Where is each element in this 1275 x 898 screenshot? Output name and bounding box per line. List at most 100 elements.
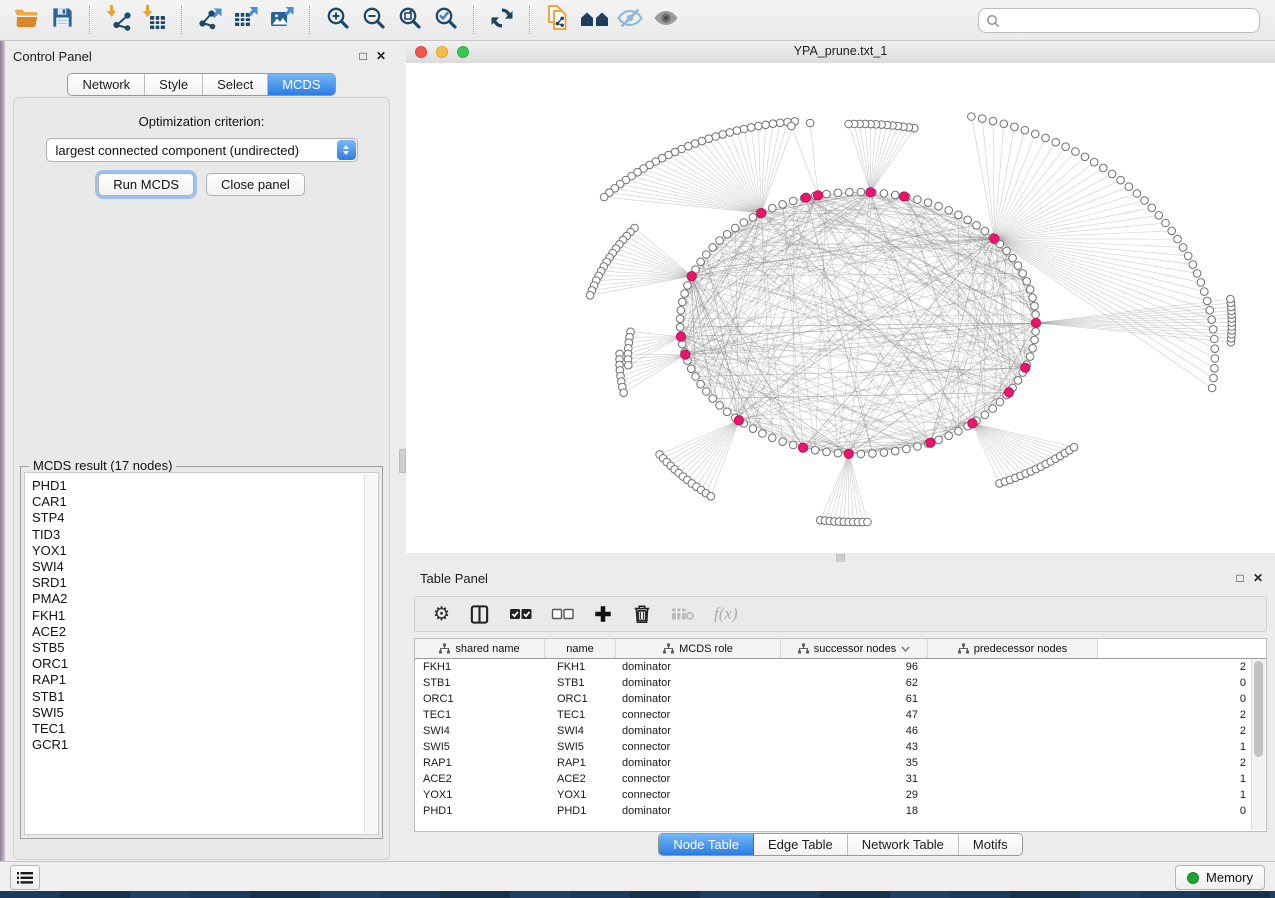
save-session-button[interactable] xyxy=(44,4,80,36)
result-node-gcr1[interactable]: GCR1 xyxy=(25,737,378,753)
memory-button[interactable]: Memory xyxy=(1175,865,1265,890)
table-row-tec1[interactable]: TEC1TEC1connector472 xyxy=(415,707,1252,723)
result-node-srd1[interactable]: SRD1 xyxy=(25,575,378,591)
select-all-button[interactable] xyxy=(509,605,532,623)
result-node-phd1[interactable]: PHD1 xyxy=(25,478,378,494)
result-list-scrollbar[interactable] xyxy=(364,474,377,833)
task-list-icon xyxy=(17,871,33,885)
show-all-button[interactable] xyxy=(648,4,684,36)
search-field[interactable] xyxy=(978,8,1260,33)
table-row-fkh1[interactable]: FKH1FKH1dominator962 xyxy=(415,659,1252,675)
close-panel-icon[interactable]: ✕ xyxy=(372,49,390,63)
import-network-button[interactable] xyxy=(100,4,136,36)
tab-motifs[interactable]: Motifs xyxy=(959,834,1022,855)
tab-select[interactable]: Select xyxy=(203,74,268,95)
create-column-button[interactable] xyxy=(593,604,613,624)
table-row-swi5[interactable]: SWI5SWI5connector431 xyxy=(415,739,1252,755)
result-node-tec1[interactable]: TEC1 xyxy=(25,721,378,737)
table-body: FKH1FKH1dominator962STB1STB1dominator620… xyxy=(415,659,1252,831)
import-table-button[interactable] xyxy=(136,4,172,36)
tab-node-table[interactable]: Node Table xyxy=(659,834,754,855)
cell-name: TEC1 xyxy=(545,709,616,721)
table-settings-button[interactable]: ⚙ xyxy=(433,605,450,624)
result-node-ace2[interactable]: ACE2 xyxy=(25,624,378,640)
result-node-swi4[interactable]: SWI4 xyxy=(25,559,378,575)
apply-layout-button[interactable] xyxy=(484,4,520,36)
close-panel-button[interactable]: Close panel xyxy=(206,173,305,196)
delete-table-button[interactable] xyxy=(671,605,695,623)
result-node-fkh1[interactable]: FKH1 xyxy=(25,608,378,624)
deselect-all-button[interactable] xyxy=(551,605,574,623)
network-canvas[interactable] xyxy=(406,63,1275,553)
column-header-successor-nodes[interactable]: successor nodes xyxy=(781,639,928,658)
table-scrollbar[interactable] xyxy=(1251,659,1265,830)
delete-column-button[interactable] xyxy=(632,603,652,625)
export-table-button[interactable] xyxy=(228,4,264,36)
task-history-button[interactable] xyxy=(10,865,40,890)
table-row-orc1[interactable]: ORC1ORC1dominator610 xyxy=(415,691,1252,707)
result-node-car1[interactable]: CAR1 xyxy=(25,494,378,510)
zoom-selected-button[interactable] xyxy=(428,4,464,36)
result-node-stb5[interactable]: STB5 xyxy=(25,640,378,656)
export-network-button[interactable] xyxy=(192,4,228,36)
trash-icon xyxy=(632,603,652,625)
column-header-predecessor-nodes[interactable]: predecessor nodes xyxy=(928,639,1098,658)
result-node-tid3[interactable]: TID3 xyxy=(25,527,378,543)
mcds-result-list[interactable]: PHD1CAR1STP4TID3YOX1SWI4SRD1PMA2FKH1ACE2… xyxy=(24,472,379,835)
maximize-window-icon[interactable] xyxy=(457,46,469,58)
float-panel-icon[interactable]: □ xyxy=(354,49,372,63)
splitter-grip[interactable] xyxy=(399,449,406,473)
close-window-icon[interactable] xyxy=(415,46,427,58)
table-row-stb1[interactable]: STB1STB1dominator620 xyxy=(415,675,1252,691)
result-node-swi5[interactable]: SWI5 xyxy=(25,705,378,721)
scrollbar-thumb[interactable] xyxy=(1254,661,1263,757)
cell-mcds-role: dominator xyxy=(616,693,781,705)
column-header-mcds-role[interactable]: MCDS role xyxy=(616,639,781,658)
zoom-in-button[interactable] xyxy=(320,4,356,36)
search-input[interactable] xyxy=(1000,9,1259,32)
table-row-yox1[interactable]: YOX1YOX1connector291 xyxy=(415,787,1252,803)
export-image-button[interactable] xyxy=(264,4,300,36)
mcds-result-title: MCDS result (17 nodes) xyxy=(29,458,176,473)
tab-mcds[interactable]: MCDS xyxy=(268,74,334,95)
table-row-swi4[interactable]: SWI4SWI4dominator462 xyxy=(415,723,1252,739)
horizontal-splitter[interactable] xyxy=(406,553,1275,562)
tab-network[interactable]: Network xyxy=(68,74,145,95)
cell-shared-name: SWI5 xyxy=(415,741,545,753)
show-column-button[interactable] xyxy=(469,604,490,625)
close-panel-icon[interactable]: ✕ xyxy=(1249,571,1267,585)
table-panel-tabs: Node TableEdge TableNetwork TableMotifs xyxy=(658,833,1022,856)
open-file-button[interactable] xyxy=(8,4,44,36)
column-header-shared-name[interactable]: shared name xyxy=(415,639,545,658)
refresh-icon xyxy=(489,5,515,36)
criterion-dropdown[interactable]: largest connected component (undirected) xyxy=(46,138,358,162)
network-window-titlebar[interactable]: YPA_prune.txt_1 xyxy=(406,41,1275,64)
tab-style[interactable]: Style xyxy=(145,74,203,95)
cell-shared-name: PHD1 xyxy=(415,805,545,817)
result-node-orc1[interactable]: ORC1 xyxy=(25,656,378,672)
result-node-stb1[interactable]: STB1 xyxy=(25,689,378,705)
run-mcds-button[interactable]: Run MCDS xyxy=(98,173,194,196)
result-node-rap1[interactable]: RAP1 xyxy=(25,672,378,688)
table-row-rap1[interactable]: RAP1RAP1dominator352 xyxy=(415,755,1252,771)
result-node-stp4[interactable]: STP4 xyxy=(25,510,378,526)
result-node-pma2[interactable]: PMA2 xyxy=(25,591,378,607)
result-node-yox1[interactable]: YOX1 xyxy=(25,543,378,559)
float-panel-icon[interactable]: □ xyxy=(1231,571,1249,585)
node-table: shared namenameMCDS rolesuccessor nodesp… xyxy=(414,638,1267,832)
first-neighbors-button[interactable] xyxy=(576,4,612,36)
tab-network-table[interactable]: Network Table xyxy=(848,834,959,855)
status-bar: Memory xyxy=(0,861,1275,891)
table-row-ace2[interactable]: ACE2ACE2connector311 xyxy=(415,771,1252,787)
cell-mcds-role: dominator xyxy=(616,661,781,673)
network-from-selection-button[interactable] xyxy=(540,4,576,36)
zoom-out-button[interactable] xyxy=(356,4,392,36)
function-builder-button[interactable]: f(x) xyxy=(714,604,738,624)
tab-edge-table[interactable]: Edge Table xyxy=(754,834,848,855)
zoom-fit-button[interactable] xyxy=(392,4,428,36)
hide-selected-button[interactable] xyxy=(612,4,648,36)
minimize-window-icon[interactable] xyxy=(436,46,448,58)
table-row-phd1[interactable]: PHD1PHD1dominator180 xyxy=(415,803,1252,819)
cell-predecessor-nodes: 0 xyxy=(928,677,1252,689)
column-header-name[interactable]: name xyxy=(545,639,616,658)
